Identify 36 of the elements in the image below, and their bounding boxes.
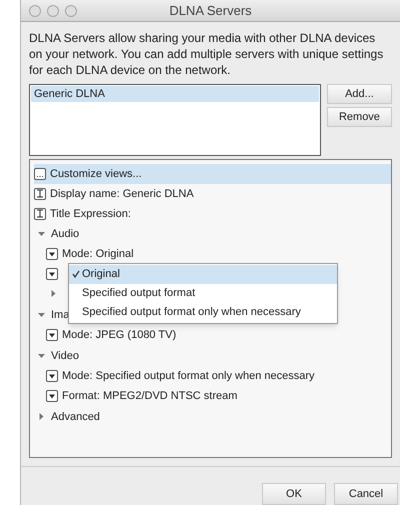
dialog-button[interactable]: Cancel (334, 483, 398, 505)
disclosure-triangle-icon[interactable] (38, 311, 45, 318)
menu-item[interactable]: Specified output format (69, 284, 337, 303)
dropdown-icon[interactable] (46, 390, 58, 402)
dropdown-icon[interactable] (46, 268, 58, 280)
server-button[interactable]: Remove (326, 106, 392, 127)
dropdown-icon[interactable] (46, 328, 58, 341)
text-cursor-icon[interactable] (34, 188, 46, 200)
server-list[interactable]: Generic DLNA (29, 84, 321, 156)
server-button[interactable]: Add... (326, 84, 392, 104)
setting-label: Display name: Generic DLNA (50, 186, 194, 202)
tree-row[interactable]: Customize views... (34, 164, 391, 184)
dropdown-icon[interactable] (46, 248, 58, 260)
disclosure-triangle-icon[interactable] (38, 352, 45, 360)
menu-item[interactable]: Specified output format only when necessary (69, 302, 337, 322)
setting-label: Title Expression: (50, 206, 131, 222)
dropdown-icon[interactable] (46, 370, 58, 382)
setting-label: Mode: Original (62, 246, 134, 262)
disclosure-triangle-icon[interactable] (38, 230, 45, 238)
group-label: Audio (51, 226, 80, 242)
window-title: DLNA Servers (169, 2, 252, 20)
description-text: DLNA Servers allow sharing your media with other DLNA devices on your network. You can add multiple servers with unique settings for each DLNA device on the network. (28, 30, 384, 78)
checkmark-icon (72, 270, 80, 278)
group-label: Video (51, 348, 79, 364)
menu-item[interactable]: Original (69, 264, 337, 284)
setting-label: Mode: JPEG (1080 TV) (62, 328, 176, 343)
disclosure-triangle-icon[interactable] (50, 290, 57, 298)
setting-label: Format: MPEG2/DVD NTSC stream (62, 388, 238, 404)
dialog-button[interactable]: OK (262, 483, 326, 505)
server-item[interactable]: Generic DLNA (31, 86, 319, 102)
customize-link[interactable]: Customize views... (50, 166, 142, 182)
text-cursor-icon[interactable] (34, 208, 46, 220)
ellipsis-icon[interactable] (34, 168, 46, 180)
group-label: Advanced (51, 410, 100, 425)
setting-label: Mode: Specified output format only when necessary (62, 368, 315, 384)
disclosure-triangle-icon[interactable] (38, 413, 45, 420)
